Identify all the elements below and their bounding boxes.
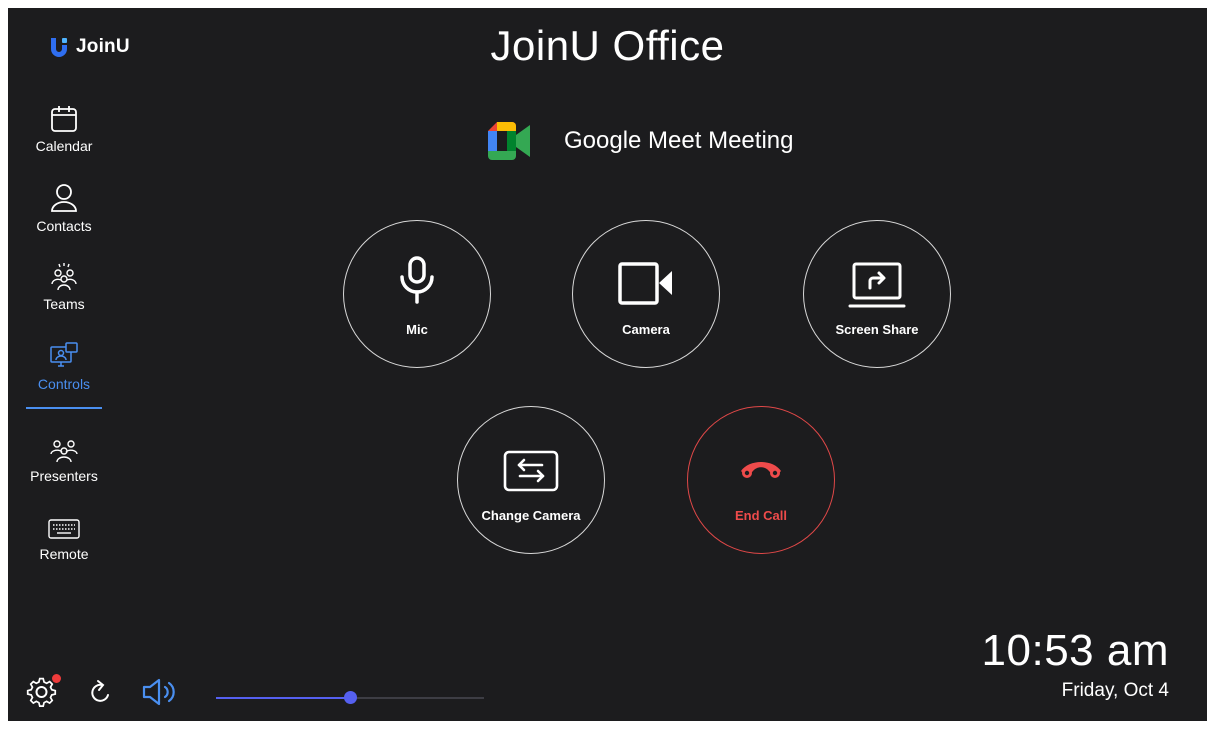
volume-thumb[interactable]: [344, 691, 357, 704]
volume-slider[interactable]: [216, 688, 484, 708]
sidebar-item-label: Presenters: [30, 468, 98, 484]
end-call-label: End Call: [734, 508, 787, 523]
keyboard-icon: [47, 516, 81, 542]
clock-date: Friday, Oct 4: [1061, 680, 1169, 701]
sidebar-item-remote[interactable]: Remote: [26, 516, 102, 562]
notification-dot: [52, 674, 61, 683]
sidebar-item-controls[interactable]: Controls: [26, 342, 102, 392]
volume-button[interactable]: [140, 677, 180, 712]
screen-share-button[interactable]: Screen Share: [803, 220, 951, 368]
change-camera-button[interactable]: Change Camera: [457, 406, 605, 554]
video-camera-icon: [617, 261, 675, 312]
refresh-icon: [91, 680, 109, 702]
camera-label: Camera: [622, 322, 670, 337]
settings-button[interactable]: [26, 674, 61, 713]
sidebar-item-teams[interactable]: Teams: [26, 262, 102, 312]
meeting-name: Google Meet Meeting: [564, 127, 794, 154]
volume-fill: [216, 697, 350, 699]
sidebar-item-contacts[interactable]: Contacts: [26, 182, 102, 234]
calendar-icon: [49, 104, 79, 134]
clock: 10:53 am Friday, Oct 4: [982, 626, 1169, 702]
sidebar-item-label: Contacts: [36, 218, 92, 234]
sidebar-item-label: Calendar: [35, 138, 93, 154]
meeting-header: Google Meet Meeting: [488, 122, 793, 160]
app-screen: JoinU JoinU Office Calendar Contacts Tea…: [8, 8, 1207, 721]
camera-button[interactable]: Camera: [572, 220, 720, 368]
refresh-button[interactable]: [88, 679, 114, 712]
mic-label: Mic: [406, 322, 428, 337]
google-meet-icon: [488, 122, 530, 160]
sidebar-item-label: Controls: [37, 376, 91, 392]
person-icon: [49, 182, 79, 214]
clock-time: 10:53 am: [981, 626, 1169, 675]
team-icon: [49, 262, 79, 292]
sidebar-item-label: Teams: [43, 296, 85, 312]
monitor-control-icon: [49, 342, 79, 372]
presenters-icon: [49, 438, 79, 464]
switch-camera-icon: [502, 449, 560, 498]
screen-share-icon: [848, 261, 906, 314]
speaker-icon: [142, 678, 175, 706]
sidebar-item-presenters[interactable]: Presenters: [26, 438, 102, 484]
change-camera-label: Change Camera: [481, 508, 581, 523]
screen-share-label: Screen Share: [835, 322, 919, 337]
page-title: JoinU Office: [490, 22, 725, 69]
sidebar-item-calendar[interactable]: Calendar: [26, 104, 102, 154]
active-tab-indicator: [26, 407, 102, 409]
end-call-button[interactable]: End Call: [687, 406, 835, 554]
sidebar-item-label: Remote: [39, 546, 89, 562]
mic-button[interactable]: Mic: [343, 220, 491, 368]
phone-hangup-icon: [737, 457, 785, 486]
microphone-icon: [397, 255, 437, 310]
